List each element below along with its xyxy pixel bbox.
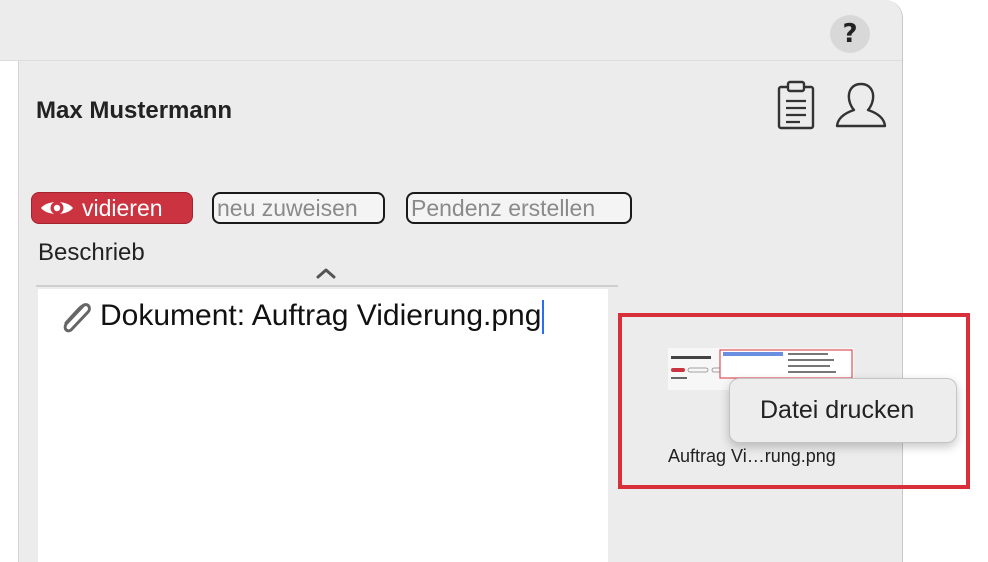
vidieren-button[interactable]: vidieren [31, 192, 193, 224]
vidieren-label: vidieren [82, 195, 163, 221]
chevron-up-icon[interactable] [314, 266, 338, 280]
eye-icon [41, 201, 73, 215]
neu-zuweisen-button[interactable]: neu zuweisen [212, 192, 385, 224]
datei-drucken-menu-item[interactable]: Datei drucken [760, 396, 914, 425]
left-panel-edge [0, 61, 19, 562]
divider [36, 285, 618, 287]
beschrieb-label: Beschrieb [38, 239, 145, 266]
pendenz-erstellen-button[interactable]: Pendenz erstellen [406, 192, 632, 224]
beschrieb-editor[interactable]: Dokument: Auftrag Vidierung.png [38, 289, 608, 562]
title-bar [0, 0, 902, 61]
contact-name: Max Mustermann [36, 97, 233, 124]
help-button[interactable]: ? [830, 15, 870, 53]
text-cursor [542, 300, 545, 334]
paperclip-icon [63, 303, 91, 333]
context-menu: Datei drucken [729, 378, 957, 443]
user-icon[interactable] [834, 80, 888, 130]
document-line: Dokument: Auftrag Vidierung.png [58, 297, 545, 337]
clipboard-icon[interactable] [774, 80, 818, 130]
document-text: Dokument: Auftrag Vidierung.png [100, 298, 542, 332]
